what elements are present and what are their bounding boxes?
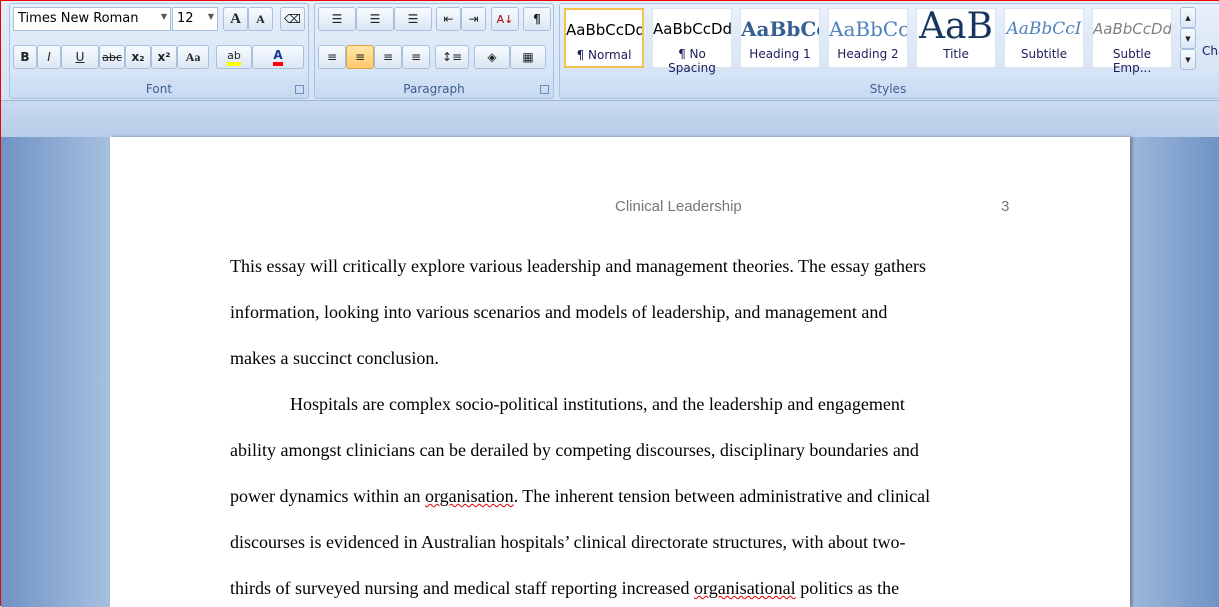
text: Hospitals are complex socio-political in… xyxy=(290,394,905,414)
highlighter-icon: ab xyxy=(227,49,241,66)
justify-button[interactable]: ≡ xyxy=(402,45,430,69)
multilevel-list-button[interactable]: ☰ xyxy=(394,7,432,31)
font-size-combo[interactable]: 12 ▼ xyxy=(172,7,218,31)
increase-indent-button[interactable]: ⇥ xyxy=(461,7,486,31)
paragraph-group: ☰ ☰ ☰ ⇤ ⇥ A↓ ¶ ≡ ≡ ≡ ≡ ↕≡ ◈ ▦ Paragraph xyxy=(314,3,554,99)
style-preview: AaBbCcDd xyxy=(566,21,642,39)
style-preview: AaBbCc xyxy=(741,17,819,41)
dialog-launcher-icon[interactable] xyxy=(295,85,304,94)
change-case-button[interactable]: Aa xyxy=(177,45,209,69)
bullets-button[interactable]: ☰ xyxy=(318,7,356,31)
text: discourses is evidenced in Australian ho… xyxy=(230,532,906,552)
style-preview: AaBbCc xyxy=(829,17,907,41)
text: This essay will critically explore vario… xyxy=(230,256,926,276)
borders-icon: ▦ xyxy=(522,50,534,64)
style-name: Heading 2 xyxy=(837,47,899,61)
style-subtle-emp[interactable]: AaBbCcDd Subtle Emp... xyxy=(1092,8,1172,75)
style-name: Subtle Emp... xyxy=(1112,47,1152,75)
borders-button[interactable]: ▦ xyxy=(510,45,546,69)
paragraph-group-label: Paragraph xyxy=(403,82,465,96)
text-line: ability amongst clinicians can be derail… xyxy=(230,440,919,461)
text-line: thirds of surveyed nursing and medical s… xyxy=(230,578,899,599)
line-spacing-button[interactable]: ↕≡ xyxy=(435,45,469,69)
styles-group-label: Styles xyxy=(869,82,907,96)
text: power dynamics within an xyxy=(230,486,425,506)
styles-scroll-up[interactable]: ▲ xyxy=(1180,7,1196,28)
font-group-label: Font xyxy=(145,82,173,96)
spelling-flag[interactable]: organisation xyxy=(425,486,514,506)
text: ability amongst clinicians can be derail… xyxy=(230,440,919,460)
shrink-font-button[interactable]: A xyxy=(248,7,273,31)
italic-button[interactable]: I xyxy=(37,45,61,69)
style-name: Title xyxy=(943,47,969,61)
numbering-button[interactable]: ☰ xyxy=(356,7,394,31)
style-preview: AaBbCcDd xyxy=(653,20,731,38)
style-preview: AaBbCcDd xyxy=(1093,20,1171,38)
font-size-value: 12 xyxy=(177,11,194,26)
style-name: Heading 1 xyxy=(749,47,811,61)
text-line: power dynamics within an organisation. T… xyxy=(230,486,930,507)
decrease-indent-button[interactable]: ⇤ xyxy=(436,7,461,31)
style-normal[interactable]: AaBbCcDd ¶ Normal xyxy=(564,8,644,68)
highlight-button[interactable]: ab xyxy=(216,45,252,69)
ruler-band xyxy=(1,101,1219,137)
text-line: information, looking into various scenar… xyxy=(230,302,887,323)
subscript-button[interactable]: x₂ xyxy=(125,45,151,69)
text: politics as the xyxy=(795,578,900,598)
style-subtitle[interactable]: AaBbCcI Subtitle xyxy=(1004,8,1084,68)
header-title: Clinical Leadership xyxy=(615,198,742,215)
style-title[interactable]: AaB Title xyxy=(916,8,996,68)
style-preview: AaBbCcI xyxy=(1006,19,1082,39)
page-number: 3 xyxy=(1001,198,1010,215)
style-name: ¶ No Spacing xyxy=(668,47,716,75)
text-line: discourses is evidenced in Australian ho… xyxy=(230,532,905,553)
sort-button[interactable]: A↓ xyxy=(491,7,519,31)
styles-group: AaBbCcDd ¶ Normal AaBbCcDd ¶ No Spacing AaBb… xyxy=(559,3,1219,99)
spelling-flag[interactable]: organisational xyxy=(694,578,796,598)
text: . The inherent tension between administr… xyxy=(513,486,931,506)
ribbon: Times New Roman ▼ 12 ▼ A A ⌫ B I U abc x₂ … xyxy=(1,1,1219,101)
grow-font-button[interactable]: A xyxy=(223,7,248,31)
text-line: Hospitals are complex socio-political in… xyxy=(290,394,905,415)
style-name: Subtitle xyxy=(1020,47,1068,61)
font-name-value: Times New Roman xyxy=(18,11,139,26)
font-name-combo[interactable]: Times New Roman ▼ xyxy=(13,7,171,31)
paint-bucket-icon: ◈ xyxy=(487,50,497,64)
style-no-spacing[interactable]: AaBbCcDd ¶ No Spacing xyxy=(652,8,732,75)
dialog-launcher-icon[interactable] xyxy=(540,85,549,94)
text: thirds of surveyed nursing and medical s… xyxy=(230,578,695,598)
style-name: ¶ Normal xyxy=(576,48,632,62)
font-group: Times New Roman ▼ 12 ▼ A A ⌫ B I U abc x₂ … xyxy=(9,3,309,99)
style-heading-1[interactable]: AaBbCc Heading 1 xyxy=(740,8,820,68)
chevron-down-icon: ▼ xyxy=(207,12,214,21)
text: information, looking into various scenar… xyxy=(230,302,888,322)
strikethrough-button[interactable]: abc xyxy=(99,45,125,69)
styles-more[interactable]: ▼ xyxy=(1180,49,1196,70)
text: makes a succinct conclusion. xyxy=(230,348,439,368)
align-right-button[interactable]: ≡ xyxy=(374,45,402,69)
shading-button[interactable]: ◈ xyxy=(474,45,510,69)
font-color-button[interactable]: A xyxy=(252,45,304,69)
show-marks-button[interactable]: ¶ xyxy=(523,7,551,31)
text-line: makes a succinct conclusion. xyxy=(230,348,439,369)
align-left-button[interactable]: ≡ xyxy=(318,45,346,69)
superscript-button[interactable]: x² xyxy=(151,45,177,69)
align-center-button[interactable]: ≡ xyxy=(346,45,374,69)
bold-button[interactable]: B xyxy=(13,45,37,69)
clear-formatting-button[interactable]: ⌫ xyxy=(280,7,305,31)
text-line: This essay will critically explore vario… xyxy=(230,256,926,277)
font-color-icon: A xyxy=(273,48,283,66)
style-preview: AaB xyxy=(919,9,993,47)
chevron-down-icon: ▼ xyxy=(160,12,167,21)
underline-button[interactable]: U xyxy=(61,45,99,69)
change-styles-button[interactable]: Change Styles xyxy=(1202,44,1219,58)
style-heading-2[interactable]: AaBbCc Heading 2 xyxy=(828,8,908,68)
styles-scroll-down[interactable]: ▼ xyxy=(1180,28,1196,49)
eraser-icon: ⌫ xyxy=(284,12,301,26)
document-page[interactable]: Clinical Leadership 3 This essay will cr… xyxy=(110,137,1130,607)
